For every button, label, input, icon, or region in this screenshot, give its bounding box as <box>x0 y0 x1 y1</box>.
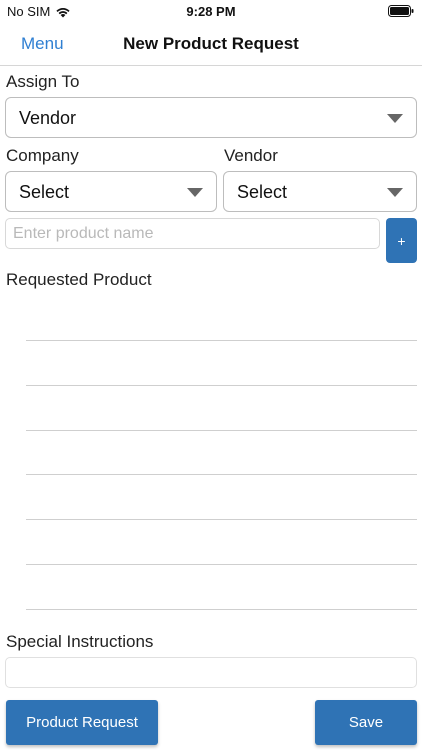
chevron-down-icon <box>387 114 403 123</box>
company-select[interactable]: Select <box>5 171 217 212</box>
assign-to-label: Assign To <box>6 72 80 91</box>
requested-product-label: Requested Product <box>6 270 152 289</box>
vendor-select[interactable]: Select <box>223 171 417 212</box>
vendor-value: Select <box>237 182 288 202</box>
status-time: 9:28 PM <box>186 4 236 19</box>
requested-product-list <box>26 296 417 616</box>
battery-icon <box>388 5 414 17</box>
list-divider <box>26 609 417 610</box>
product-name-input[interactable] <box>5 218 380 249</box>
company-value: Select <box>19 182 70 202</box>
status-bar: No SIM 9:28 PM <box>0 0 422 24</box>
vendor-label: Vendor <box>224 146 278 165</box>
page-title: New Product Request <box>123 34 299 53</box>
list-divider <box>26 474 417 475</box>
assign-to-value: Vendor <box>19 108 77 128</box>
product-request-button[interactable]: Product Request <box>6 700 158 745</box>
add-product-button[interactable]: + <box>386 218 417 263</box>
special-instructions-input[interactable] <box>5 657 417 688</box>
chevron-down-icon <box>387 188 403 197</box>
list-divider <box>26 385 417 386</box>
list-divider <box>26 564 417 565</box>
chevron-down-icon <box>187 188 203 197</box>
navigation-bar: Menu New Product Request <box>0 24 422 66</box>
assign-to-select[interactable]: Vendor <box>5 97 417 138</box>
save-button[interactable]: Save <box>315 700 417 745</box>
list-divider <box>26 430 417 431</box>
list-divider <box>26 340 417 341</box>
company-label: Company <box>6 146 79 165</box>
list-divider <box>26 519 417 520</box>
special-instructions-label: Special Instructions <box>6 632 154 651</box>
